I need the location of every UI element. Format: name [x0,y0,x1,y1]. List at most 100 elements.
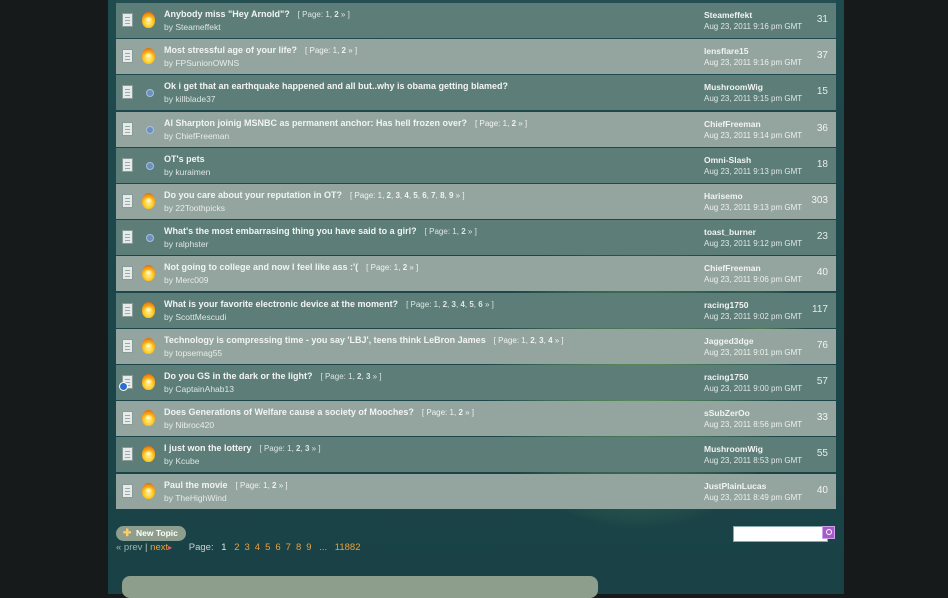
topic-page-link[interactable]: 3 [539,336,543,345]
topic-page-link[interactable]: 1 [348,372,352,381]
last-poster-link[interactable]: Harisemo [704,191,743,201]
topic-page-link[interactable]: 2 [387,191,391,200]
topic-page-link[interactable]: 8 [440,191,444,200]
last-poster-link[interactable]: sSubZerOo [704,408,750,418]
topic-page-link[interactable]: 2 [512,119,516,128]
topic-page-link[interactable]: 9 [449,191,453,200]
topic-author-link[interactable]: killblade37 [175,94,215,104]
page-link[interactable]: 3 [244,542,249,553]
search-input[interactable] [733,526,828,542]
topic-title-link[interactable]: Do you GS in the dark or the light? [164,371,313,381]
topic-page-link[interactable]: 2 [403,263,407,272]
topic-page-link[interactable]: 3 [395,191,399,200]
page-link[interactable]: 8 [296,542,301,553]
topic-author-link[interactable]: 22Toothpicks [175,203,225,213]
last-poster-link[interactable]: JustPlainLucas [704,481,766,491]
topic-page-link[interactable]: 1 [263,481,267,490]
last-poster-link[interactable]: Omni-Slash [704,155,751,165]
last-poster-link[interactable]: MushroomWig [704,82,763,92]
page-last-link[interactable]: 11882 [335,542,361,553]
topic-page-link[interactable]: 4 [548,336,552,345]
prev-link[interactable]: « prev [116,542,142,553]
topic-title-link[interactable]: Anybody miss "Hey Arnold"? [164,9,290,19]
topic-author-link[interactable]: Kcube [175,456,199,466]
topic-page-link[interactable]: 1 [503,119,507,128]
last-poster-link[interactable]: racing1750 [704,300,748,310]
new-topic-button[interactable]: ✚ New Topic [116,526,186,541]
last-poster-link[interactable]: MushroomWig [704,444,763,454]
topic-author-line: by ChiefFreeman [164,131,229,141]
topic-author-link[interactable]: Merc009 [175,275,208,285]
topic-page-link[interactable]: 2 [530,336,534,345]
topic-page-link[interactable]: 2 [342,46,346,55]
topic-title-link[interactable]: Does Generations of Welfare cause a soci… [164,407,414,417]
topic-title-link[interactable]: Technology is compressing time - you say… [164,335,486,345]
reply-count: 40 [816,484,828,496]
topic-row: Anybody miss "Hey Arnold"? [ Page: 1, 2 »… [116,3,836,38]
topic-page-link[interactable]: 5 [413,191,417,200]
topic-page-link[interactable]: 1 [452,227,456,236]
topic-author-link[interactable]: ScottMescudi [175,312,226,322]
topic-title-link[interactable]: Most stressful age of your life? [164,45,297,55]
last-poster-link[interactable]: Steameffekt [704,10,752,20]
topic-title-link[interactable]: OT's pets [164,154,205,164]
topic-page-link[interactable]: 1 [434,300,438,309]
topic-page-link[interactable]: 2 [357,372,361,381]
topic-author-link[interactable]: Steameffekt [175,22,220,32]
topic-title-link[interactable]: Not going to college and now I feel like… [164,262,358,272]
topic-page-link[interactable]: 2 [443,300,447,309]
page-link[interactable]: 4 [255,542,260,553]
topic-title-link[interactable]: What's the most embarrasing thing you ha… [164,226,417,236]
topic-page-link[interactable]: 2 [296,444,300,453]
last-poster-link[interactable]: toast_burner [704,227,756,237]
topic-page-link[interactable]: 2 [334,10,338,19]
topic-author-link[interactable]: ChiefFreeman [175,131,229,141]
topic-title-link[interactable]: Ok i get that an earthquake happened and… [164,81,508,91]
topic-page-link[interactable]: 1 [333,46,337,55]
topic-page-link[interactable]: 1 [450,408,454,417]
topic-page-link[interactable]: 2 [461,227,465,236]
topic-title-link[interactable]: I just won the lottery [164,443,252,453]
topic-title-line: Do you care about your reputation in OT?… [164,190,465,200]
last-poster-link[interactable]: ChiefFreeman [704,263,761,273]
topic-author-link[interactable]: Nibroc420 [175,420,214,430]
topic-title-link[interactable]: Do you care about your reputation in OT? [164,190,342,200]
topic-page-link[interactable]: 4 [404,191,408,200]
page-link[interactable]: 9 [306,542,311,553]
topic-page-link[interactable]: 2 [272,481,276,490]
topic-page-link[interactable]: 1 [521,336,525,345]
topic-author-link[interactable]: FPSunionOWNS [175,58,239,68]
next-link[interactable]: next [150,542,168,553]
topic-author-link[interactable]: ralphster [175,239,208,249]
topic-page-link[interactable]: 5 [469,300,473,309]
last-poster-link[interactable]: racing1750 [704,372,748,382]
last-poster-link[interactable]: lensflare15 [704,46,748,56]
topic-page-link[interactable]: 3 [305,444,309,453]
page-link[interactable]: 7 [286,542,291,553]
topic-page-link[interactable]: 3 [366,372,370,381]
last-poster-link[interactable]: Jagged3dge [704,336,754,346]
topic-page-link[interactable]: 4 [460,300,464,309]
topic-page-link[interactable]: 1 [378,191,382,200]
topic-page-link[interactable]: 2 [458,408,462,417]
topic-author-link[interactable]: topsemag55 [175,348,222,358]
topic-author-link[interactable]: CaptainAhab13 [175,384,234,394]
search-button[interactable] [822,526,835,539]
topic-title-link[interactable]: Al Sharpton joinig MSNBC as permanent an… [164,118,467,128]
topic-page-link[interactable]: 1 [325,10,329,19]
topic-page-link[interactable]: 3 [452,300,456,309]
topic-title-link[interactable]: What is your favorite electronic device … [164,299,398,309]
topic-page-link[interactable]: 6 [478,300,482,309]
topic-page-link[interactable]: 6 [422,191,426,200]
topic-page-link[interactable]: 1 [287,444,291,453]
by-label: by [164,239,173,250]
page-link[interactable]: 2 [234,542,239,553]
page-link[interactable]: 6 [275,542,280,553]
last-poster-link[interactable]: ChiefFreeman [704,119,761,129]
topic-page-link[interactable]: 1 [394,263,398,272]
page-link[interactable]: 5 [265,542,270,553]
topic-author-link[interactable]: TheHighWind [175,493,227,503]
topic-author-link[interactable]: kuraimen [175,167,210,177]
topic-page-link[interactable]: 7 [431,191,435,200]
topic-title-link[interactable]: Paul the movie [164,480,228,490]
